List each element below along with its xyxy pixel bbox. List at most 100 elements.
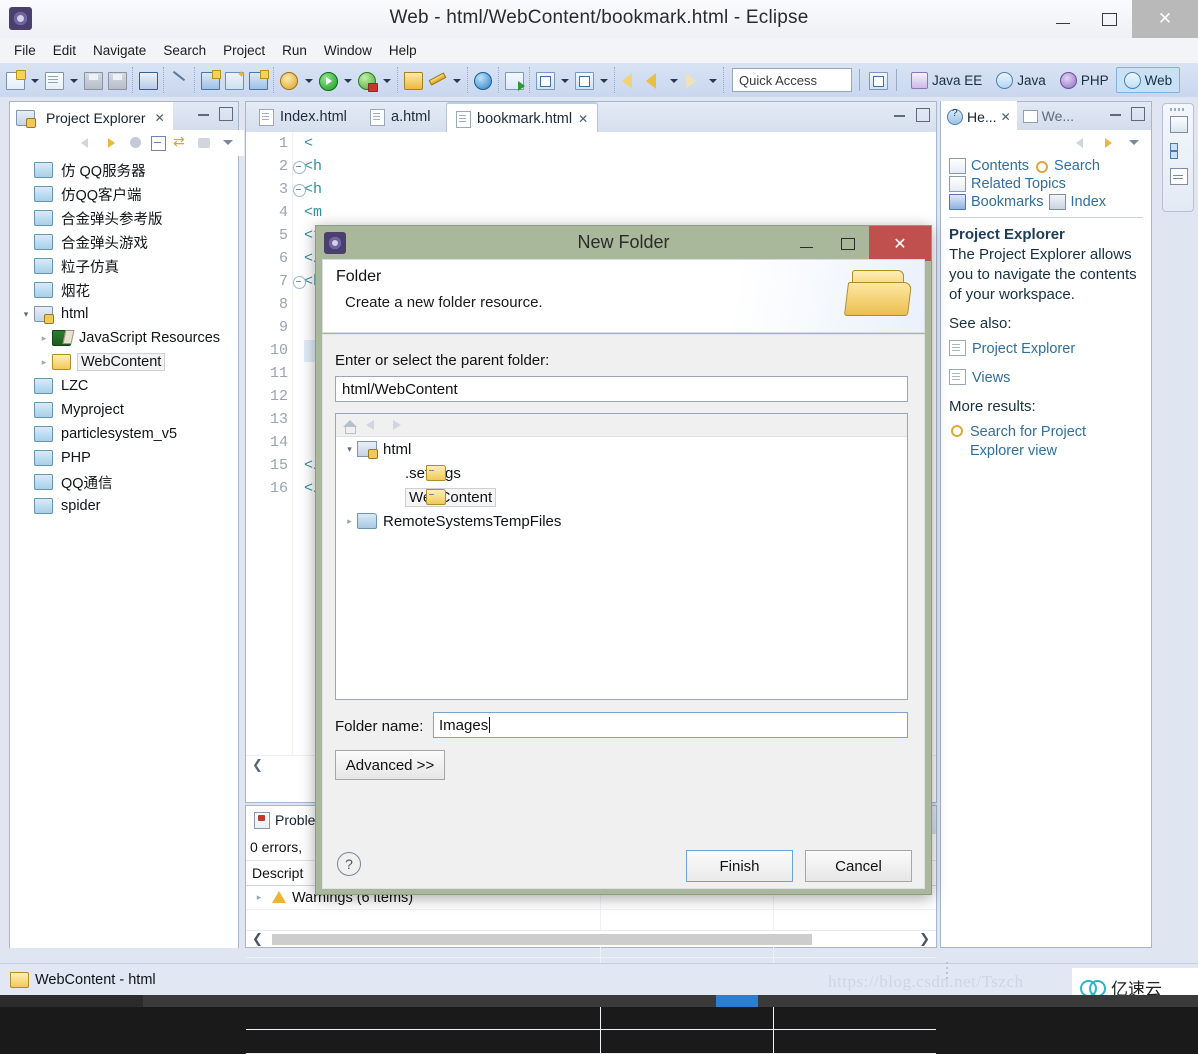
help-more-results-item[interactable]: Search for Project Explorer view [949,423,1143,461]
close-icon[interactable]: ✕ [578,112,588,126]
project-tree-item[interactable]: LZC [10,374,238,398]
code-line[interactable]: < [304,132,934,155]
back-icon[interactable] [643,69,665,91]
chevron-right-icon[interactable]: ▸ [252,892,266,903]
back-icon[interactable] [365,418,380,432]
forward-icon[interactable] [682,69,704,91]
web-browser-icon[interactable] [472,69,494,91]
run-server-icon[interactable] [356,69,378,92]
menu-item-run[interactable]: Run [282,43,307,58]
minimize-view-icon[interactable] [198,107,210,119]
project-tree-item[interactable]: PHP [10,446,238,470]
new-jsp-icon[interactable] [223,68,246,91]
perspective-java[interactable]: Java [989,68,1053,92]
forward-icon[interactable] [103,134,121,152]
back-dropdown-icon[interactable] [667,69,680,91]
menu-item-search[interactable]: Search [163,43,206,58]
menu-item-help[interactable]: Help [389,43,417,58]
project-tree-item[interactable]: 合金弹头游戏 [10,230,238,254]
toggle-annotations-icon[interactable] [168,69,190,91]
menu-item-file[interactable]: File [14,43,36,58]
open-perspective-icon[interactable] [867,69,889,91]
run-server-dropdown-icon[interactable] [380,69,393,91]
maximize-view-icon[interactable] [219,107,233,121]
help-link-related-topics[interactable]: Related Topics [971,176,1066,192]
dialog-close-button[interactable]: ✕ [869,226,931,261]
save-all-icon[interactable] [106,69,128,91]
project-tree-item[interactable]: QQ通信 [10,470,238,494]
finish-button[interactable]: Finish [686,850,793,882]
help-link-search[interactable]: Search [1054,158,1100,174]
chevron-right-icon[interactable] [36,357,52,368]
scroll-left-icon[interactable]: ❮ [252,757,263,773]
new-file-icon[interactable] [43,69,65,91]
back-icon[interactable] [1074,134,1092,152]
new-css-icon[interactable] [199,69,221,91]
menu-item-edit[interactable]: Edit [53,43,76,58]
open-resource-icon[interactable] [402,69,424,91]
view-menu-icon[interactable] [220,134,238,152]
project-tree-item[interactable]: html [10,302,238,326]
home-icon[interactable] [342,418,357,434]
dialog-tree-item[interactable]: WebContent [336,485,907,509]
folder-name-input[interactable]: Images [433,712,908,738]
help-link-contents[interactable]: Contents [971,158,1029,174]
forward-icon[interactable] [1100,134,1118,152]
edit-icon[interactable] [426,69,448,91]
chevron-right-icon[interactable] [36,333,52,344]
dialog-tree-item[interactable]: html [336,437,907,461]
new-wizard-icon[interactable] [4,69,26,91]
quick-access-input[interactable]: Quick Access [732,68,852,92]
edit-dropdown-icon[interactable] [450,69,463,91]
dialog-minimize-button[interactable] [785,226,827,261]
view-menu-presentation-icon[interactable] [196,134,214,152]
save-icon[interactable] [82,69,104,91]
project-tree-item[interactable]: Myproject [10,398,238,422]
help-link-search-for-project-explorer-view[interactable]: Search for Project Explorer view [970,423,1143,461]
tab-problems[interactable]: Proble [246,806,324,834]
search-dropdown-icon[interactable] [597,69,610,91]
project-tree-item[interactable]: WebContent [10,350,238,374]
project-tree-item[interactable]: particlesystem_v5 [10,422,238,446]
dialog-tree-item[interactable]: RemoteSystemsTempFiles [336,509,907,533]
project-tree-item[interactable]: 仿 QQ服务器 [10,158,238,182]
new-wizard-dropdown-icon[interactable] [28,69,41,91]
problems-horizontal-scrollbar[interactable]: ❮ ❯ [246,930,936,947]
back-icon[interactable] [79,134,97,152]
maximize-button[interactable] [1086,0,1132,38]
console-icon[interactable] [137,69,159,91]
problems-row[interactable] [246,1006,936,1030]
properties-icon[interactable] [1170,168,1188,185]
help-see-also-item[interactable]: Project Explorer [949,340,1143,359]
debug-dropdown-icon[interactable] [302,69,315,91]
home-icon[interactable] [127,134,145,152]
minimize-view-icon[interactable] [1110,107,1122,119]
tree-items[interactable]: html .settingsWebContent RemoteSystemsTemp… [336,437,907,533]
parent-folder-input[interactable]: html/WebContent [335,376,908,402]
project-tree-item[interactable]: 粒子仿真 [10,254,238,278]
close-icon[interactable]: ✕ [1001,110,1011,124]
perspective-web[interactable]: Web [1115,67,1181,93]
restore-icon[interactable] [1170,116,1188,133]
problems-row[interactable] [246,1030,936,1054]
fold-collapse-icon[interactable] [293,184,306,197]
perspective-php[interactable]: PHP [1053,68,1116,92]
chevron-right-icon[interactable] [342,516,357,527]
link-with-editor-icon[interactable] [172,133,190,152]
code-line[interactable]: <m [304,201,934,224]
cancel-button[interactable]: Cancel [805,850,912,882]
help-see-also-item[interactable]: Views [949,369,1143,388]
advanced-button[interactable]: Advanced >> [335,750,445,780]
run-dropdown-icon[interactable] [341,69,354,91]
maximize-editor-icon[interactable] [916,108,930,122]
search-resources-icon[interactable] [573,69,595,91]
forward-icon[interactable] [388,418,403,432]
view-menu-icon[interactable] [1126,134,1144,152]
scrollbar-thumb[interactable] [272,934,812,945]
scroll-left-icon[interactable]: ❮ [252,931,263,947]
code-line[interactable]: <h [304,178,934,201]
fold-collapse-icon[interactable] [293,161,306,174]
project-tree-item[interactable]: JavaScript Resources [10,326,238,350]
fold-collapse-icon[interactable] [293,276,306,289]
parent-folder-tree[interactable]: html .settingsWebContent RemoteSystemsTemp… [335,413,908,700]
